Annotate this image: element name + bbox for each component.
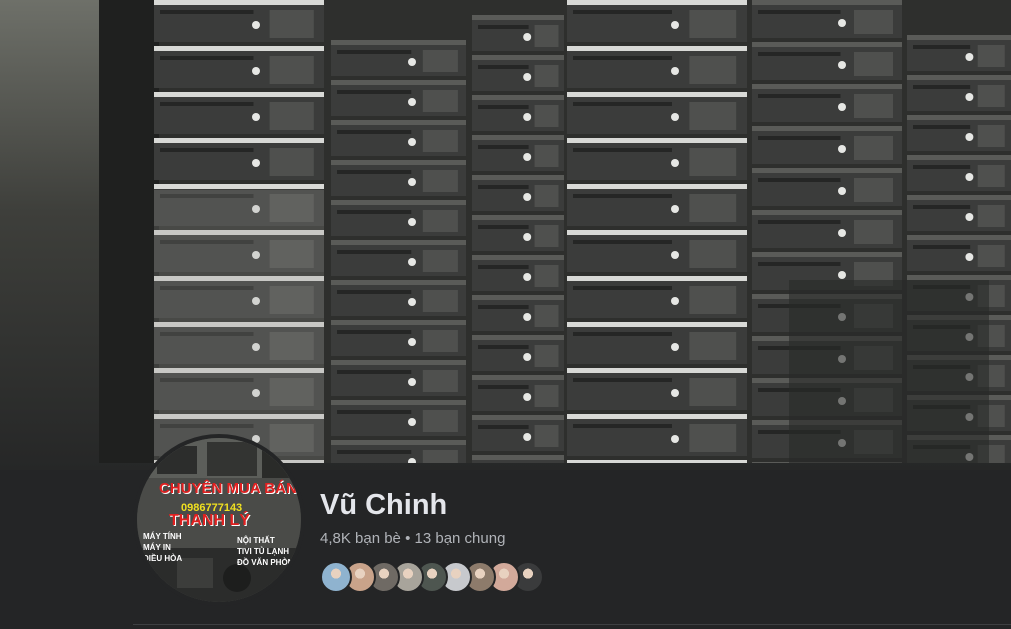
profile-picture[interactable]: CHUYÊN MUA BÁN 0986777143 THANH LÝ MÁY T…	[133, 434, 305, 606]
section-divider	[133, 624, 1011, 625]
profile-pic-item: TIVI TỦ LẠNH	[237, 547, 289, 556]
profile-name[interactable]: Vũ Chinh	[320, 489, 447, 522]
profile-pic-headline: CHUYÊN MUA BÁN	[159, 480, 297, 497]
friends-count-link[interactable]: 4,8K bạn bè	[320, 530, 401, 547]
profile-pic-subheadline: THANH LÝ	[169, 512, 250, 529]
profile-stats: 4,8K bạn bè • 13 bạn chung	[320, 530, 505, 547]
profile-pic-item: ĐỒ VĂN PHÒNG	[237, 558, 300, 567]
profile-picture-image: CHUYÊN MUA BÁN 0986777143 THANH LÝ MÁY T…	[137, 438, 301, 602]
profile-pic-item: MÁY IN	[143, 543, 171, 552]
profile-pic-item: NỘI THẤT	[237, 536, 275, 545]
cover-photo[interactable]	[99, 0, 1011, 463]
cover-photo-image	[99, 0, 1011, 463]
profile-pic-item: ĐIỀU HÒA	[143, 554, 183, 563]
mutual-friend-avatar[interactable]	[320, 561, 352, 593]
stats-separator: •	[400, 530, 415, 547]
mutual-friends-link[interactable]: 13 bạn chung	[415, 530, 506, 547]
profile-pic-item: MÁY TÍNH	[143, 532, 182, 541]
